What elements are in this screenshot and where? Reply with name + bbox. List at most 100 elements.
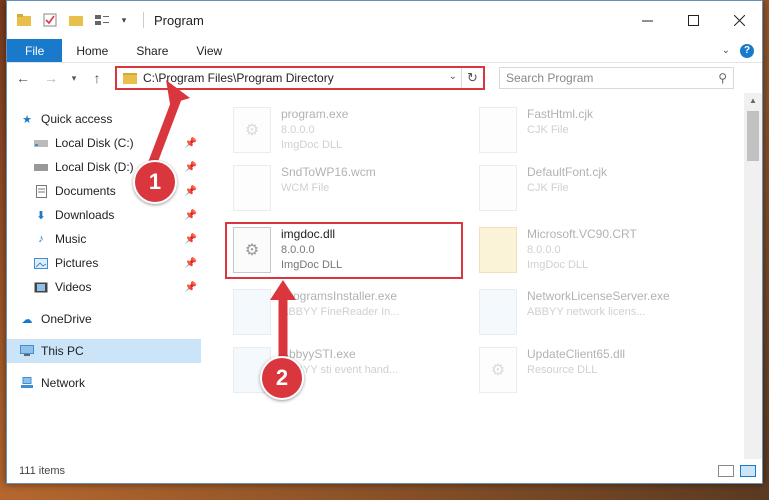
folder-icon <box>123 72 137 84</box>
music-icon: ♪ <box>38 233 44 245</box>
main-area: ★ Quick access Local Disk (C:) 📌 Local D… <box>7 93 762 459</box>
step-badge-2: 2 <box>260 356 304 400</box>
pin-icon[interactable]: 📌 <box>185 138 197 149</box>
sidebar-item-label: Network <box>41 376 86 390</box>
file-item[interactable]: ProgramsInstaller.exe ABBYY FineReader I… <box>233 285 473 343</box>
sidebar-item-music[interactable]: ♪ Music 📌 <box>7 227 201 251</box>
pin-icon[interactable]: 📌 <box>185 210 197 221</box>
minimize-button[interactable] <box>624 1 670 39</box>
scroll-up-icon[interactable]: ▲ <box>744 93 762 107</box>
file-meta: WCM File <box>281 182 330 194</box>
sidebar-item-quick-access[interactable]: ★ Quick access <box>7 107 201 131</box>
sidebar-item-local-disk-c[interactable]: Local Disk (C:) 📌 <box>7 131 201 155</box>
file-meta: 8.0.0.0 <box>281 124 315 136</box>
file-item[interactable]: FastHtml.cjk CJK File <box>479 103 719 161</box>
network-icon <box>19 376 35 390</box>
search-icon: ⚲ <box>718 71 727 85</box>
pin-icon[interactable]: 📌 <box>185 258 197 269</box>
forward-arrow-icon: → <box>44 70 58 86</box>
file-name: FastHtml.cjk <box>527 107 593 121</box>
explorer-window: ▾ Program File Home Share View ⌄ ? ← → ▾… <box>6 0 763 484</box>
file-meta: ABBYY FineReader In... <box>281 306 400 318</box>
tab-view[interactable]: View <box>182 39 236 62</box>
sidebar-item-network[interactable]: Network <box>7 371 201 395</box>
file-meta: CJK File <box>527 124 569 136</box>
folder-icon <box>479 227 517 273</box>
customize-toolbar-icon[interactable] <box>93 12 111 28</box>
file-meta: ImgDoc DLL <box>281 139 343 151</box>
star-icon: ★ <box>22 113 32 126</box>
view-buttons <box>718 465 762 477</box>
pin-icon[interactable]: 📌 <box>185 186 197 197</box>
large-icons-view-icon[interactable] <box>740 465 756 477</box>
file-item[interactable]: DefaultFont.cjk CJK File <box>479 161 719 219</box>
file-item[interactable]: Microsoft.VC90.CRT 8.0.0.0 ImgDoc DLL <box>479 223 719 281</box>
folder-icon <box>15 12 33 28</box>
file-item[interactable]: NetworkLicenseServer.exe ABBYY network l… <box>479 285 719 343</box>
file-icon <box>479 165 517 211</box>
tab-share[interactable]: Share <box>122 39 182 62</box>
chevron-down-icon: ▾ <box>71 72 77 83</box>
file-meta: CJK File <box>527 182 569 194</box>
pin-icon[interactable]: 📌 <box>185 234 197 245</box>
sidebar-item-label: Music <box>55 232 87 246</box>
minimize-icon <box>641 20 653 21</box>
search-input[interactable]: Search Program ⚲ <box>499 67 734 89</box>
file-meta: ABBYY network licens... <box>527 306 646 318</box>
properties-icon[interactable] <box>41 12 59 28</box>
sidebar-item-label: This PC <box>41 344 84 358</box>
recent-locations-button[interactable]: ▾ <box>69 68 79 88</box>
back-button[interactable]: ← <box>13 68 33 88</box>
maximize-button[interactable] <box>670 1 716 39</box>
tab-home[interactable]: Home <box>62 39 122 62</box>
pin-icon[interactable]: 📌 <box>185 282 197 293</box>
file-item[interactable]: SndToWP16.wcm WCM File <box>233 161 473 219</box>
sidebar-item-label: Downloads <box>55 208 115 222</box>
up-button[interactable]: ↑ <box>87 68 107 88</box>
sidebar-item-label: Pictures <box>55 256 99 270</box>
sidebar-item-downloads[interactable]: ⬇ Downloads 📌 <box>7 203 201 227</box>
sidebar-item-label: Quick access <box>41 112 113 126</box>
file-meta: 8.0.0.0 <box>527 244 561 256</box>
file-name: AbbyySTI.exe <box>281 347 356 361</box>
chevron-down-icon[interactable]: ⌄ <box>449 71 457 82</box>
sidebar-item-onedrive[interactable]: ☁ OneDrive <box>7 307 201 331</box>
navigation-bar: ← → ▾ ↑ C:\Program Files\Program Directo… <box>7 63 762 93</box>
vertical-scrollbar[interactable]: ▲ <box>744 93 762 459</box>
status-bar: 111 items <box>7 459 762 483</box>
sidebar-item-this-pc[interactable]: This PC <box>7 339 201 363</box>
forward-button[interactable]: → <box>41 68 61 88</box>
file-item[interactable]: ⚙ UpdateClient65.dll Resource DLL <box>479 343 719 401</box>
chevron-down-icon[interactable]: ▾ <box>119 12 129 28</box>
help-icon[interactable]: ? <box>740 43 754 58</box>
video-icon <box>33 280 49 294</box>
file-name: Microsoft.VC90.CRT <box>527 227 637 241</box>
sidebar-item-label: Local Disk (D:) <box>55 160 134 174</box>
exe-icon: ⚙ <box>233 107 271 153</box>
dll-gear-icon: ⚙ <box>479 347 517 393</box>
file-icon <box>233 165 271 211</box>
address-bar[interactable]: C:\Program Files\Program Directory ⌄ ↻ <box>115 66 485 90</box>
refresh-icon: ↻ <box>467 70 478 85</box>
tab-file[interactable]: File <box>7 39 63 62</box>
document-icon <box>33 184 49 198</box>
new-folder-icon[interactable] <box>67 12 85 28</box>
scroll-thumb[interactable] <box>747 111 759 161</box>
pin-icon[interactable]: 📌 <box>185 162 197 173</box>
item-count: 111 items <box>19 465 66 477</box>
file-item[interactable]: ⚙ program.exe 8.0.0.0 ImgDoc DLL <box>233 103 473 161</box>
search-placeholder: Search Program <box>506 71 594 85</box>
ribbon-right: ⌄ ? <box>722 39 762 62</box>
details-view-icon[interactable] <box>718 465 734 477</box>
sidebar-item-pictures[interactable]: Pictures 📌 <box>7 251 201 275</box>
close-button[interactable] <box>716 1 762 39</box>
installer-icon <box>233 289 271 335</box>
back-arrow-icon: ← <box>16 70 30 86</box>
file-name: ProgramsInstaller.exe <box>281 289 398 303</box>
sidebar-item-label: OneDrive <box>41 312 92 326</box>
sidebar-item-videos[interactable]: Videos 📌 <box>7 275 201 299</box>
refresh-button[interactable]: ↻ <box>461 68 483 88</box>
close-icon <box>733 14 745 26</box>
expand-ribbon-icon[interactable]: ⌄ <box>722 45 730 56</box>
file-meta: ImgDoc DLL <box>527 259 589 271</box>
